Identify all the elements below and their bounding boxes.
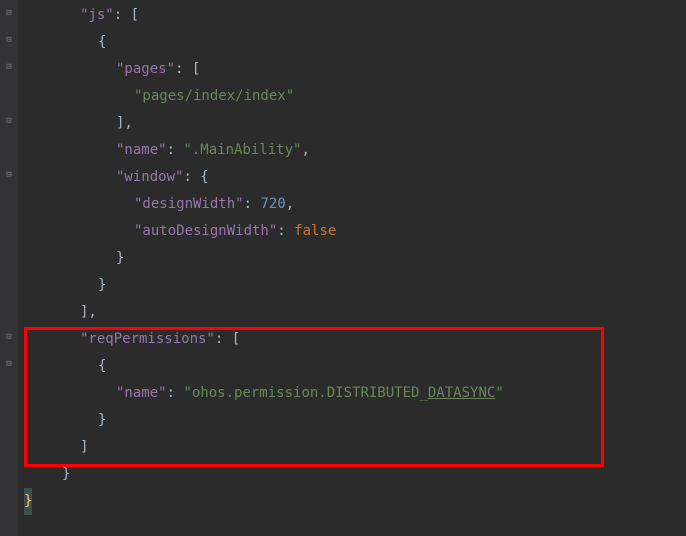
code-line: }: [24, 488, 686, 515]
code-line: ],: [24, 299, 686, 326]
fold-icon[interactable]: ⊟: [4, 8, 14, 18]
code-line: }: [24, 461, 686, 488]
code-line: "name": ".MainAbility",: [24, 137, 686, 164]
code-line: "pages/index/index": [24, 83, 686, 110]
code-line: "reqPermissions": [: [24, 326, 686, 353]
fold-icon[interactable]: ⊟: [4, 332, 14, 342]
code-line: {: [24, 29, 686, 56]
code-line: }: [24, 407, 686, 434]
fold-icon[interactable]: ⊟: [4, 62, 14, 72]
code-line: "js": [: [24, 2, 686, 29]
code-line: "window": {: [24, 164, 686, 191]
fold-icon[interactable]: ⊟: [4, 35, 14, 45]
code-content[interactable]: "js": [ { "pages": [ "pages/index/index"…: [18, 0, 686, 536]
code-line: "designWidth": 720,: [24, 191, 686, 218]
code-line: }: [24, 272, 686, 299]
code-line: "name": "ohos.permission.DISTRIBUTED_DAT…: [24, 380, 686, 407]
fold-icon[interactable]: ⊟: [4, 116, 14, 126]
fold-icon[interactable]: ⊟: [4, 170, 14, 180]
code-line: {: [24, 353, 686, 380]
fold-icon[interactable]: ⊟: [4, 359, 14, 369]
code-line: }: [24, 245, 686, 272]
code-line: ]: [24, 434, 686, 461]
code-editor[interactable]: ⊟ ⊟ ⊟ ⊟ ⊟ ⊟ ⊟ "js": [ { "pages": [ "page…: [0, 0, 686, 536]
code-line: "pages": [: [24, 56, 686, 83]
code-line: ],: [24, 110, 686, 137]
code-line: "autoDesignWidth": false: [24, 218, 686, 245]
gutter: ⊟ ⊟ ⊟ ⊟ ⊟ ⊟ ⊟: [0, 0, 18, 536]
